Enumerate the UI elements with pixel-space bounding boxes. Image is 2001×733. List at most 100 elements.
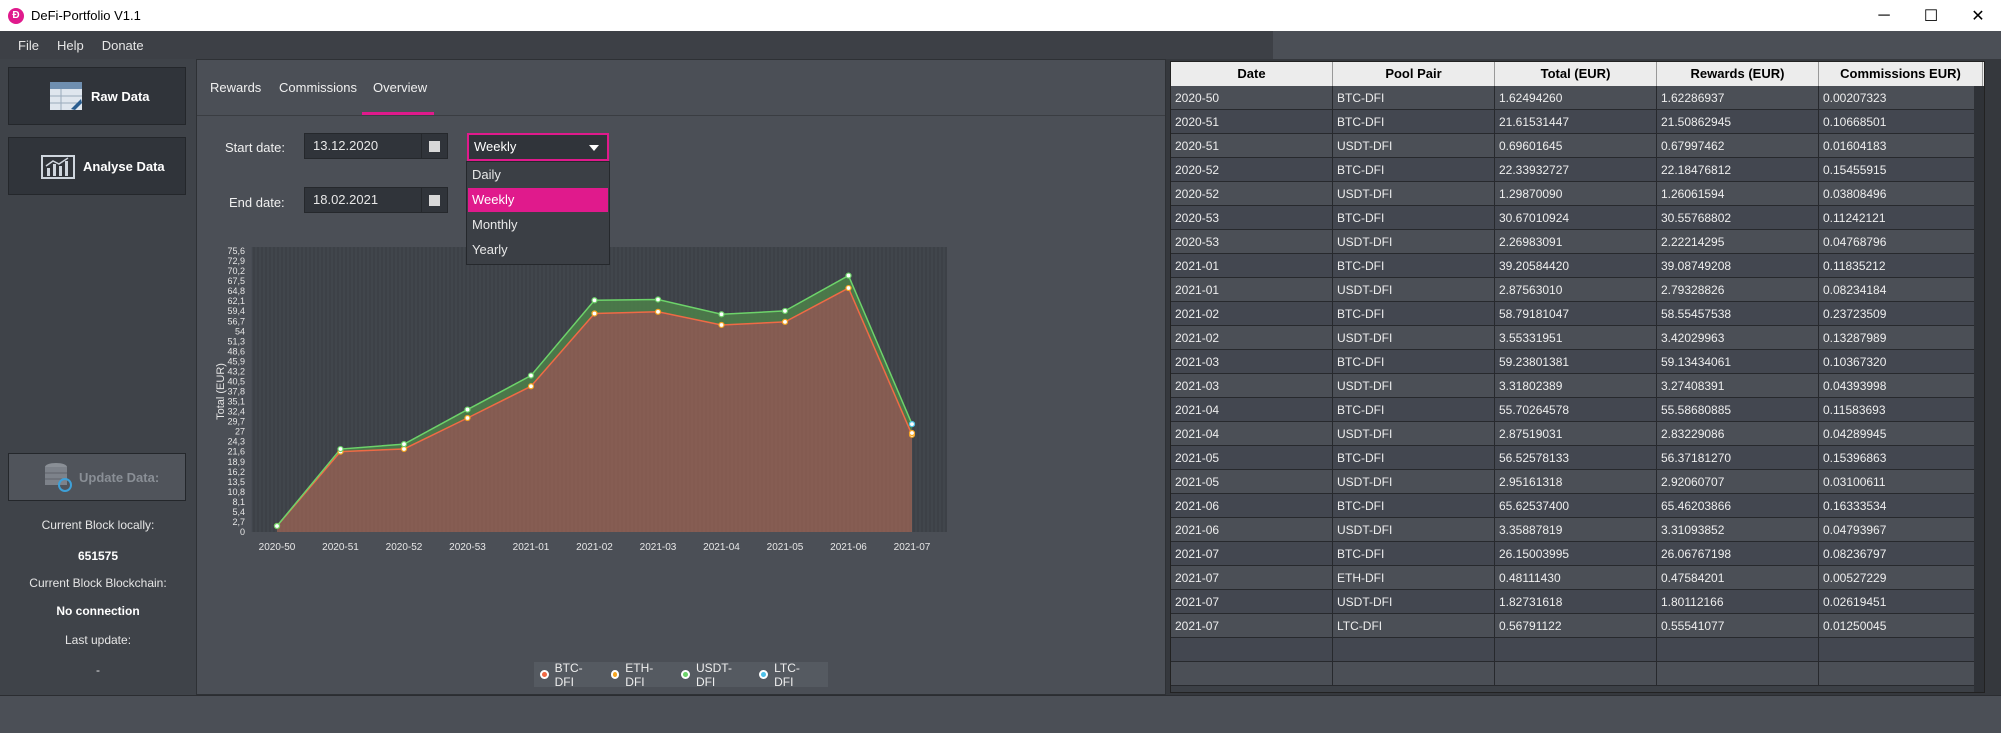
table-row[interactable]: 2021-01 BTC-DFI 39.20584420 39.08749208 0.11… — [1171, 254, 1984, 278]
analyse-data-button[interactable]: Analyse Data — [8, 137, 186, 195]
y-tick-label: 32,4 — [227, 407, 245, 417]
table-row[interactable]: 2020-53 USDT-DFI 2.26983091 2.22214295 0.047… — [1171, 230, 1984, 254]
raw-data-button[interactable]: Raw Data — [8, 67, 186, 125]
table-cell: 2021-07 — [1171, 590, 1333, 614]
column-header[interactable]: Rewards (EUR) — [1657, 62, 1819, 86]
table-cell: 0.48111430 — [1495, 566, 1657, 590]
start-calendar-icon[interactable] — [421, 134, 447, 158]
tab-commissions[interactable]: Commissions — [279, 80, 357, 95]
table-row[interactable]: 2021-06 USDT-DFI 3.35887819 3.31093852 0.047… — [1171, 518, 1984, 542]
table-row[interactable]: 2020-50 BTC-DFI 1.62494260 1.62286937 0.0020… — [1171, 86, 1984, 110]
update-data-button[interactable]: Update Data: — [8, 453, 186, 501]
legend-item-btc: BTC-DFI — [540, 661, 599, 689]
tab-overview[interactable]: Overview — [373, 80, 427, 95]
y-tick-label: 21,6 — [227, 447, 245, 457]
menu-donate[interactable]: Donate — [102, 38, 144, 53]
table-cell: 2020-50 — [1171, 86, 1333, 110]
column-header[interactable]: Date — [1171, 62, 1333, 86]
interval-select[interactable]: Weekly — [467, 133, 609, 161]
table-row[interactable]: 2021-02 BTC-DFI 58.79181047 58.55457538 0.23… — [1171, 302, 1984, 326]
table-row[interactable]: 2021-05 BTC-DFI 56.52578133 56.37181270 0.15… — [1171, 446, 1984, 470]
usdt-point — [718, 311, 725, 318]
usdt-point — [781, 307, 789, 315]
table-row[interactable] — [1171, 662, 1984, 686]
table-row[interactable]: 2021-02 USDT-DFI 3.55331951 3.42029963 0.132… — [1171, 326, 1984, 350]
table-cell: 1.80112166 — [1657, 590, 1819, 614]
end-date-field[interactable]: 18.02.2021 — [304, 187, 448, 213]
chart-legend: BTC-DFI ETH-DFI USDT-DFI LTC-DFI — [534, 661, 828, 689]
table-cell: BTC-DFI — [1333, 158, 1495, 182]
table-row[interactable]: 2021-07 ETH-DFI 0.48111430 0.47584201 0.0052… — [1171, 566, 1984, 590]
table-cell: 2021-07 — [1171, 542, 1333, 566]
table-row[interactable]: 2020-53 BTC-DFI 30.67010924 30.55768802 0.11… — [1171, 206, 1984, 230]
close-button[interactable]: ✕ — [1955, 0, 2001, 31]
option-daily[interactable]: Daily — [468, 163, 608, 187]
table-cell: 0.04768796 — [1819, 230, 1983, 254]
x-tick-label: 2021-03 — [640, 542, 677, 553]
end-date-value: 18.02.2021 — [313, 192, 379, 207]
table-row[interactable]: 2020-52 USDT-DFI 1.29870090 1.26061594 0.038… — [1171, 182, 1984, 206]
table-cell: 0.02619451 — [1819, 590, 1983, 614]
data-table: Date Pool Pair Total (EUR) Rewards (EUR) Com… — [1170, 61, 1985, 693]
table-cell: 0.03100611 — [1819, 470, 1983, 494]
usdt-point — [273, 522, 281, 530]
column-header[interactable]: Commissions EUR) — [1819, 62, 1983, 86]
chevron-down-icon — [589, 145, 599, 151]
table-cell: USDT-DFI — [1333, 134, 1495, 158]
menu-file[interactable]: File — [18, 38, 39, 53]
table-scrollbar[interactable] — [1974, 86, 1984, 692]
table-cell: 2021-04 — [1171, 398, 1333, 422]
x-tick-label: 2021-06 — [830, 542, 867, 553]
tab-rewards[interactable]: Rewards — [210, 80, 261, 95]
column-header[interactable]: Pool Pair — [1333, 62, 1495, 86]
table-cell — [1495, 662, 1657, 686]
table-cell: 22.18476812 — [1657, 158, 1819, 182]
table-cell: 2020-51 — [1171, 134, 1333, 158]
table-cell: 0.03808496 — [1819, 182, 1983, 206]
table-cell: USDT-DFI — [1333, 518, 1495, 542]
table-cell: BTC-DFI — [1333, 110, 1495, 134]
table-cell: 3.31093852 — [1657, 518, 1819, 542]
table-row[interactable]: 2021-01 USDT-DFI 2.87563010 2.79328826 0.082… — [1171, 278, 1984, 302]
y-tick-label: 45,9 — [227, 356, 245, 366]
table-row[interactable]: 2020-51 BTC-DFI 21.61531447 21.50862945 0.10… — [1171, 110, 1984, 134]
table-cell: 2021-05 — [1171, 470, 1333, 494]
table-row[interactable]: 2021-07 USDT-DFI 1.82731618 1.80112166 0.026… — [1171, 590, 1984, 614]
table-cell: 2.87519031 — [1495, 422, 1657, 446]
table-row[interactable]: 2021-04 BTC-DFI 55.70264578 55.58680885 0.11… — [1171, 398, 1984, 422]
table-row[interactable]: 2021-07 LTC-DFI 0.56791122 0.55541077 0.0125… — [1171, 614, 1984, 638]
table-row[interactable]: 2021-04 USDT-DFI 2.87519031 2.83229086 0.042… — [1171, 422, 1984, 446]
table-cell: 0.23723509 — [1819, 302, 1983, 326]
table-cell: LTC-DFI — [1333, 614, 1495, 638]
usdt-point — [527, 372, 535, 379]
y-tick-label: 8,1 — [232, 497, 245, 507]
end-calendar-icon[interactable] — [421, 188, 447, 212]
table-row[interactable]: 2021-06 BTC-DFI 65.62537400 65.46203866 0.16… — [1171, 494, 1984, 518]
minimize-button[interactable]: ─ — [1861, 0, 1907, 31]
column-header[interactable]: Total (EUR) — [1495, 62, 1657, 86]
tab-bar: Rewards Commissions Overview — [197, 60, 1165, 116]
usdt-point — [654, 296, 662, 303]
table-row[interactable]: 2021-03 BTC-DFI 59.23801381 59.13434061 0.10… — [1171, 350, 1984, 374]
interval-dropdown: Daily Weekly Monthly Yearly — [466, 161, 610, 265]
maximize-button[interactable]: ☐ — [1908, 0, 1954, 31]
menu-help[interactable]: Help — [57, 38, 84, 53]
table-row[interactable] — [1171, 638, 1984, 662]
table-row[interactable]: 2020-52 BTC-DFI 22.33932727 22.18476812 0.15… — [1171, 158, 1984, 182]
table-cell: BTC-DFI — [1333, 494, 1495, 518]
last-update-label: Last update: — [64, 633, 132, 647]
table-row[interactable]: 2020-51 USDT-DFI 0.69601645 0.67997462 0.016… — [1171, 134, 1984, 158]
option-yearly[interactable]: Yearly — [468, 238, 608, 262]
y-tick-label: 24,3 — [227, 437, 245, 447]
database-update-icon — [45, 463, 72, 492]
table-row[interactable]: 2021-05 USDT-DFI 2.95161318 2.92060707 0.031… — [1171, 470, 1984, 494]
menubar-right-region — [1273, 31, 2001, 59]
btc-point — [718, 321, 725, 329]
option-monthly[interactable]: Monthly — [468, 213, 608, 237]
table-header: Date Pool Pair Total (EUR) Rewards (EUR) Com… — [1171, 62, 1984, 86]
table-row[interactable]: 2021-03 USDT-DFI 3.31802389 3.27408391 0.043… — [1171, 374, 1984, 398]
option-weekly[interactable]: Weekly — [468, 188, 608, 212]
table-cell — [1333, 662, 1495, 686]
start-date-field[interactable]: 13.12.2020 — [304, 133, 448, 159]
table-row[interactable]: 2021-07 BTC-DFI 26.15003995 26.06767198 0.08… — [1171, 542, 1984, 566]
